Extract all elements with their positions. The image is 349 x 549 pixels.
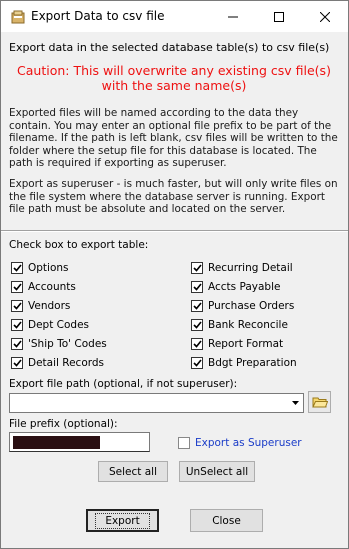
caution-message: Caution: This will overwrite any existin… <box>9 63 339 93</box>
table-checkbox-purchase-orders[interactable]: Purchase Orders <box>191 299 294 313</box>
tables-heading: Check box to export table: <box>9 239 149 251</box>
table-checkbox-recurring-detail[interactable]: Recurring Detail <box>191 261 293 275</box>
checkbox-box[interactable] <box>191 319 203 331</box>
checkmark-icon <box>12 340 22 348</box>
export-as-superuser-checkbox[interactable]: Export as Superuser <box>178 437 302 449</box>
checkmark-icon <box>192 302 202 310</box>
checkbox-box[interactable] <box>191 338 203 350</box>
checkbox-box[interactable] <box>11 357 23 369</box>
window-title: Export Data to csv file <box>31 9 165 23</box>
checkmark-icon <box>192 359 202 367</box>
checkmark-icon <box>12 264 22 272</box>
superuser-label: Export as Superuser <box>195 437 302 449</box>
checkbox-box[interactable] <box>11 281 23 293</box>
table-checkbox-detail-records[interactable]: Detail Records <box>11 356 104 370</box>
checkbox-box[interactable] <box>191 281 203 293</box>
table-checkbox-ship-to-codes[interactable]: 'Ship To' Codes <box>11 337 107 351</box>
checkbox-label: Recurring Detail <box>208 262 293 274</box>
checkmark-icon <box>192 321 202 329</box>
checkmark-icon <box>12 321 22 329</box>
path-dropdown-button[interactable] <box>288 394 303 412</box>
minimize-icon <box>228 16 238 17</box>
chevron-down-icon <box>292 401 299 405</box>
caution-line-2: with the same name(s) <box>101 78 247 93</box>
superuser-info-text: Export as superuser - is much faster, bu… <box>9 178 338 215</box>
checkbox-label: Detail Records <box>28 357 105 369</box>
maximize-icon <box>274 11 284 22</box>
checkbox-label: Vendors <box>28 300 71 312</box>
export-dialog: Export Data to csv file Export data in t… <box>0 0 349 549</box>
checkbox-box[interactable] <box>11 262 23 274</box>
checkbox-box[interactable] <box>191 300 203 312</box>
browse-folder-button[interactable] <box>308 391 331 413</box>
export-path-combobox[interactable] <box>9 393 304 413</box>
checkmark-icon <box>12 283 22 291</box>
checkbox-label: Options <box>28 262 69 274</box>
naming-info-text: Exported files will be named according t… <box>9 107 338 169</box>
intro-text: Export data in the selected database tab… <box>9 41 330 54</box>
table-checkbox-accts-payable[interactable]: Accts Payable <box>191 280 280 294</box>
checkmark-icon <box>192 283 202 291</box>
dialog-body: Export data in the selected database tab… <box>1 32 348 548</box>
checkbox-box[interactable] <box>191 262 203 274</box>
table-checkbox-options[interactable]: Options <box>11 261 69 275</box>
close-icon <box>320 11 330 22</box>
checkbox-box[interactable] <box>11 319 23 331</box>
folder-open-icon <box>311 397 328 407</box>
minimize-button[interactable] <box>210 1 256 32</box>
checkbox-label: 'Ship To' Codes <box>28 338 107 350</box>
checkbox-label: Bdgt Preparation <box>208 357 297 369</box>
table-checkbox-bdgt-preparation[interactable]: Bdgt Preparation <box>191 356 297 370</box>
unselect-all-button[interactable]: UnSelect all <box>179 461 255 482</box>
file-prefix-redacted-value <box>13 436 100 449</box>
checkbox-label: Accounts <box>28 281 76 293</box>
divider <box>1 230 348 232</box>
table-checkbox-dept-codes[interactable]: Dept Codes <box>11 318 89 332</box>
close-window-button[interactable] <box>302 1 348 32</box>
table-checkbox-bank-reconcile[interactable]: Bank Reconcile <box>191 318 288 332</box>
checkmark-icon <box>12 359 22 367</box>
table-checkbox-report-format[interactable]: Report Format <box>191 337 283 351</box>
checkbox-label: Bank Reconcile <box>208 319 288 331</box>
close-button[interactable]: Close <box>190 509 263 532</box>
checkbox-box[interactable] <box>11 300 23 312</box>
title-bar: Export Data to csv file <box>1 1 348 32</box>
checkbox-label: Report Format <box>208 338 284 350</box>
app-icon <box>11 10 25 24</box>
maximize-button[interactable] <box>256 1 302 32</box>
checkbox-label: Purchase Orders <box>208 300 295 312</box>
checkbox-box[interactable] <box>191 357 203 369</box>
prefix-label: File prefix (optional): <box>9 418 118 430</box>
file-prefix-input[interactable] <box>9 432 150 452</box>
caution-line-1: Caution: This will overwrite any existin… <box>17 63 331 78</box>
checkbox-label: Accts Payable <box>208 281 281 293</box>
select-all-button[interactable]: Select all <box>98 461 168 482</box>
table-checkbox-accounts[interactable]: Accounts <box>11 280 76 294</box>
superuser-checkbox-box[interactable] <box>178 437 190 449</box>
export-button-label: Export <box>95 512 150 529</box>
table-checkbox-vendors[interactable]: Vendors <box>11 299 70 313</box>
path-label: Export file path (optional, if not super… <box>9 378 238 390</box>
export-button[interactable]: Export <box>86 509 159 532</box>
checkbox-box[interactable] <box>11 338 23 350</box>
checkbox-label: Dept Codes <box>28 319 90 331</box>
checkmark-icon <box>192 264 202 272</box>
checkmark-icon <box>12 302 22 310</box>
checkmark-icon <box>192 340 202 348</box>
